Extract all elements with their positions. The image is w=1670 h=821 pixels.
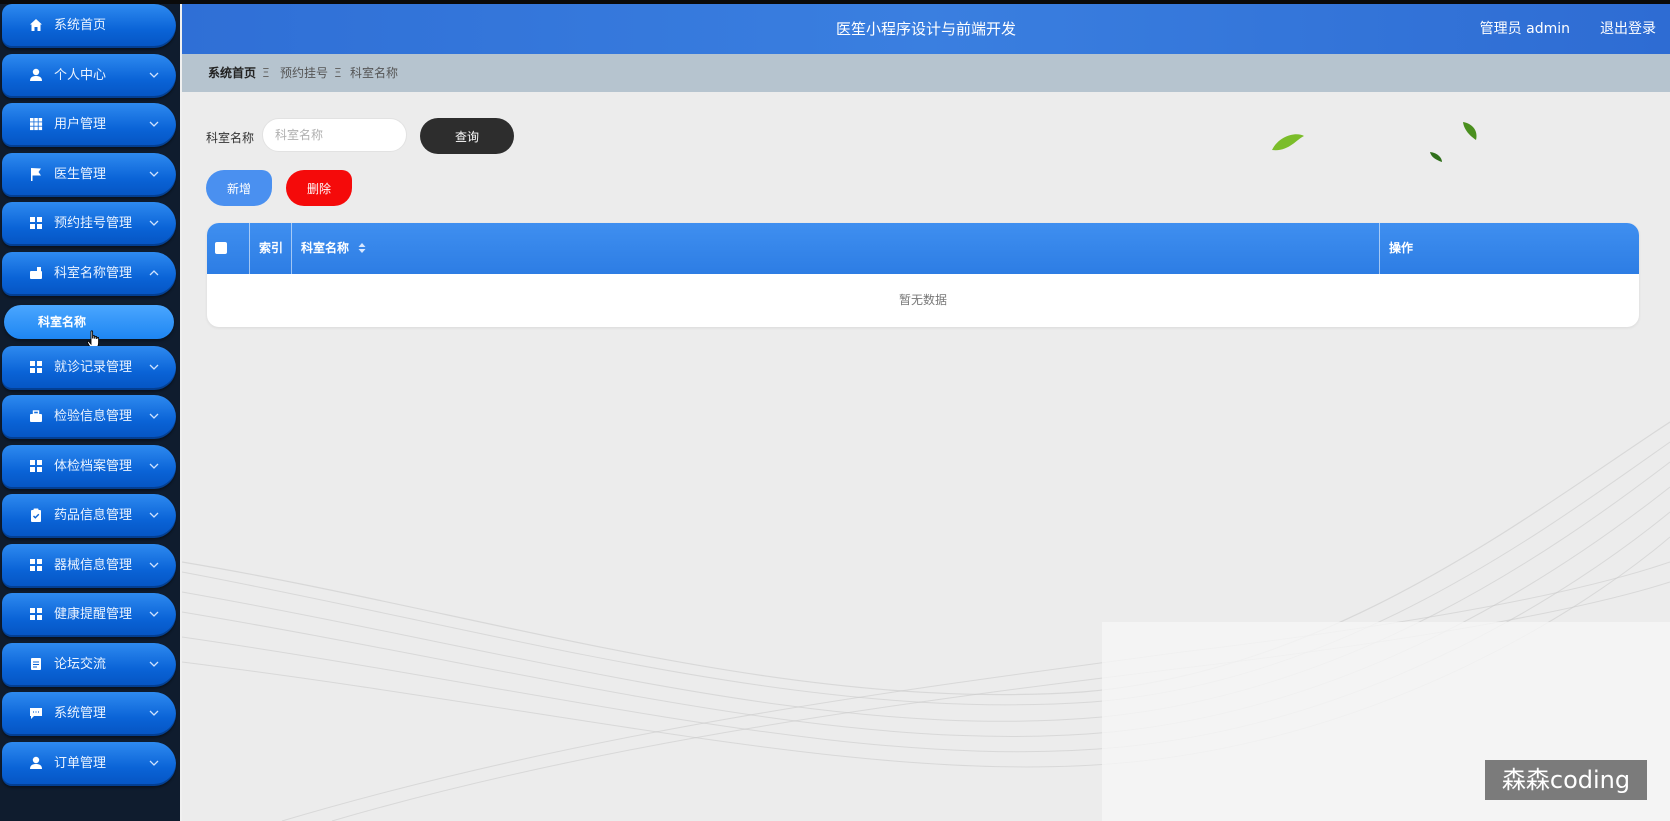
sidebar-item-label: 医生管理 [54,167,107,182]
apps-icon [30,460,42,472]
apps-icon [30,608,42,620]
sidebar-item-doctors[interactable]: 医生管理 [2,153,176,197]
content-background [182,92,1670,821]
sidebar-item-users[interactable]: 用户管理 [2,103,176,147]
breadcrumb-separator: Ξ [262,66,270,80]
column-divider [249,223,250,274]
sidebar-item-health-reminders[interactable]: 健康提醒管理 [2,593,176,637]
user-icon [30,756,42,769]
chevron-down-icon [149,661,159,667]
apps-icon [30,361,42,373]
department-search-input[interactable] [262,118,407,152]
search-label: 科室名称 [206,131,255,145]
sidebar-item-label: 订单管理 [54,756,107,771]
sidebar-item-profile[interactable]: 个人中心 [2,54,176,98]
sidebar-item-medicine-info[interactable]: 药品信息管理 [2,494,176,538]
app-window: 系统首页 个人中心 用户管理 医生管理 预约挂号管理 科室名称管理 科室名称 就… [0,0,1670,821]
breadcrumb-current: 科室名称 [350,66,399,80]
sidebar-item-departments[interactable]: 科室名称管理 [2,252,176,296]
sidebar-item-label: 预约挂号管理 [54,216,133,231]
add-button[interactable]: 新增 [206,170,272,206]
sidebar: 系统首页 个人中心 用户管理 医生管理 预约挂号管理 科室名称管理 科室名称 就… [0,4,180,821]
sidebar-item-label: 系统首页 [54,18,107,33]
sidebar-item-label: 检验信息管理 [54,409,133,424]
column-divider [1379,223,1380,274]
video-watermark: 森森coding [1485,760,1647,800]
toolbox-icon [30,410,42,422]
sidebar-item-home[interactable]: 系统首页 [2,4,176,48]
apps-icon [30,217,42,229]
chat-icon [30,708,42,719]
chevron-down-icon [149,760,159,766]
grid-icon [30,118,43,131]
chevron-down-icon [149,413,159,419]
apps-icon [30,559,42,571]
sidebar-item-visit-records[interactable]: 就诊记录管理 [2,346,176,390]
sidebar-item-label: 用户管理 [54,117,107,132]
breadcrumb: 系统首页 Ξ 预约挂号 Ξ 科室名称 [182,54,1670,92]
sort-icon[interactable] [357,242,367,254]
chevron-down-icon [149,463,159,469]
chevron-down-icon [149,562,159,568]
sidebar-item-label: 科室名称管理 [54,266,133,281]
user-icon [30,68,42,81]
leaf-icon [1463,122,1477,140]
sidebar-item-orders[interactable]: 订单管理 [2,742,176,786]
select-all-checkbox[interactable] [215,242,227,254]
chevron-down-icon [149,364,159,370]
app-title: 医笙小程序设计与前端开发 [835,20,1016,38]
sidebar-item-label: 药品信息管理 [54,508,133,523]
briefcase-icon [30,267,42,279]
sidebar-item-label: 器械信息管理 [54,558,133,573]
sidebar-item-label: 就诊记录管理 [54,360,133,375]
sidebar-item-checkup-records[interactable]: 体检档案管理 [2,445,176,489]
sidebar-item-label: 个人中心 [54,68,107,83]
leaf-icon [1272,134,1304,151]
flag-icon [31,168,41,181]
chevron-down-icon [149,512,159,518]
chevron-down-icon [149,72,159,78]
column-header-department-name[interactable]: 科室名称 [301,223,349,274]
current-user-label: 管理员 admin [1479,21,1570,37]
home-icon [30,19,42,31]
chevron-down-icon [149,611,159,617]
top-header: 医笙小程序设计与前端开发 管理员 admin 退出登录 [182,4,1670,54]
sidebar-item-label: 系统管理 [54,706,107,721]
sidebar-item-forum[interactable]: 论坛交流 [2,643,176,687]
column-header-index: 索引 [259,241,284,255]
department-table: 索引 科室名称 操作 暂无数据 [207,223,1639,327]
sidebar-item-system[interactable]: 系统管理 [2,692,176,736]
chevron-down-icon [149,710,159,716]
document-icon [31,658,41,670]
query-button[interactable]: 查询 [420,118,514,154]
sidebar-item-label: 健康提醒管理 [54,607,133,622]
table-header: 索引 科室名称 操作 [207,223,1639,274]
breadcrumb-appointments[interactable]: 预约挂号 [280,54,328,92]
sidebar-item-label: 体检档案管理 [54,459,133,474]
leaf-icon [1430,152,1442,162]
empty-state-text: 暂无数据 [898,293,947,307]
sidebar-item-equipment-info[interactable]: 器械信息管理 [2,544,176,588]
sidebar-subitem-label: 科室名称 [38,315,87,329]
chevron-down-icon [149,220,159,226]
sidebar-item-lab-info[interactable]: 检验信息管理 [2,395,176,439]
decorative-waves [182,421,1670,821]
chevron-down-icon [149,121,159,127]
sidebar-item-appointments[interactable]: 预约挂号管理 [2,202,176,246]
chevron-up-icon [149,270,159,276]
sidebar-item-label: 论坛交流 [54,657,107,672]
delete-button[interactable]: 删除 [286,170,352,206]
chevron-down-icon [149,171,159,177]
column-divider [291,223,292,274]
breadcrumb-separator: Ξ [334,66,342,80]
logout-link[interactable]: 退出登录 [1600,4,1656,54]
breadcrumb-home[interactable]: 系统首页 [208,54,256,92]
clipboard-icon [31,508,41,522]
column-header-actions: 操作 [1389,241,1414,255]
